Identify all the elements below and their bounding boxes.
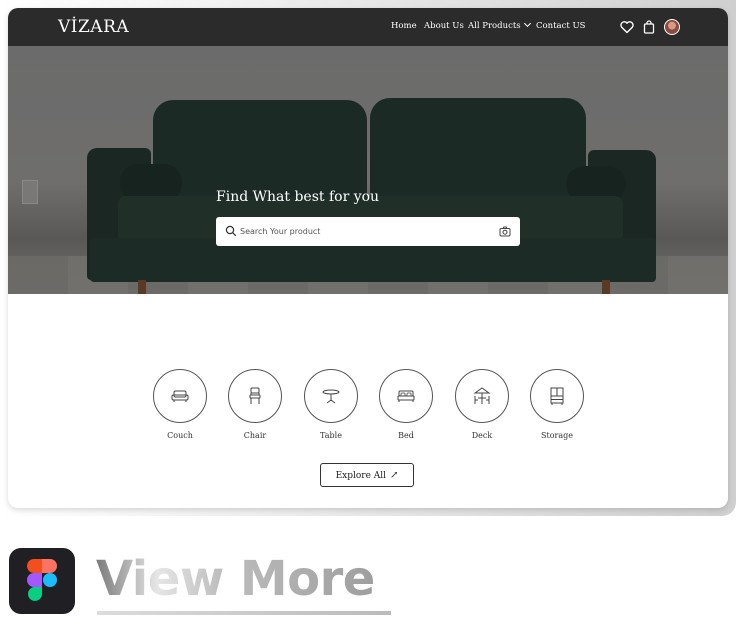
hero-title: Find What best for you [216,189,380,205]
table-icon [322,389,340,404]
nav-link-home[interactable]: Home [391,21,417,31]
avatar[interactable] [664,19,680,35]
hero-banner: Find What best for you [8,46,728,294]
category-deck[interactable]: Deck [454,369,510,440]
couch-icon [171,390,189,402]
figma-icon [27,559,57,601]
sofa-image-leg [138,280,146,294]
category-circle [379,369,433,423]
category-circle [530,369,584,423]
explore-all-label: Explore All [335,471,387,481]
figma-logo-tile[interactable] [9,548,75,614]
explore-all-button[interactable]: Explore All ↗ [320,463,414,487]
category-label: Bed [398,431,414,440]
category-storage[interactable]: Storage [529,369,585,440]
top-navbar: VİZARA Home About Us All Products Contac… [8,8,728,46]
wall-outlet [22,180,38,204]
sofa-image-back-right [370,98,586,204]
search-input[interactable] [240,223,490,239]
category-label: Chair [243,431,267,440]
nav-link-all-products[interactable]: All Products [468,19,531,31]
chair-icon [249,387,261,404]
shopping-bag-icon[interactable] [641,19,657,35]
category-label: Couch [167,431,193,440]
storage-icon [550,387,564,405]
category-circle [455,369,509,423]
nav-link-about[interactable]: About Us [424,21,464,31]
search-icon[interactable] [225,225,237,237]
category-label: Table [320,431,342,440]
deck-icon [473,387,491,404]
chevron-down-icon [523,19,531,28]
nav-link-contact[interactable]: Contact US [536,21,585,31]
bed-icon [397,390,415,402]
brand-logo[interactable]: VİZARA [58,17,129,37]
category-label: Deck [471,431,493,440]
category-circle [153,369,207,423]
category-couch[interactable]: Couch [152,369,208,440]
view-more-underline [97,611,391,615]
nav-link-all-products-label: All Products [468,21,521,31]
view-more-heading[interactable]: View More [96,551,375,607]
category-label: Storage [541,431,573,440]
website-preview: VİZARA Home About Us All Products Contac… [8,8,728,508]
arrow-up-right-icon: ↗ [390,470,399,481]
search-bar [216,217,520,246]
category-chair[interactable]: Chair [227,369,283,440]
heart-icon[interactable] [619,19,635,35]
category-bed[interactable]: Bed [378,369,434,440]
camera-icon[interactable] [499,226,511,237]
category-circle [228,369,282,423]
category-table[interactable]: Table [303,369,359,440]
sofa-image-leg [602,280,610,294]
category-circle [304,369,358,423]
